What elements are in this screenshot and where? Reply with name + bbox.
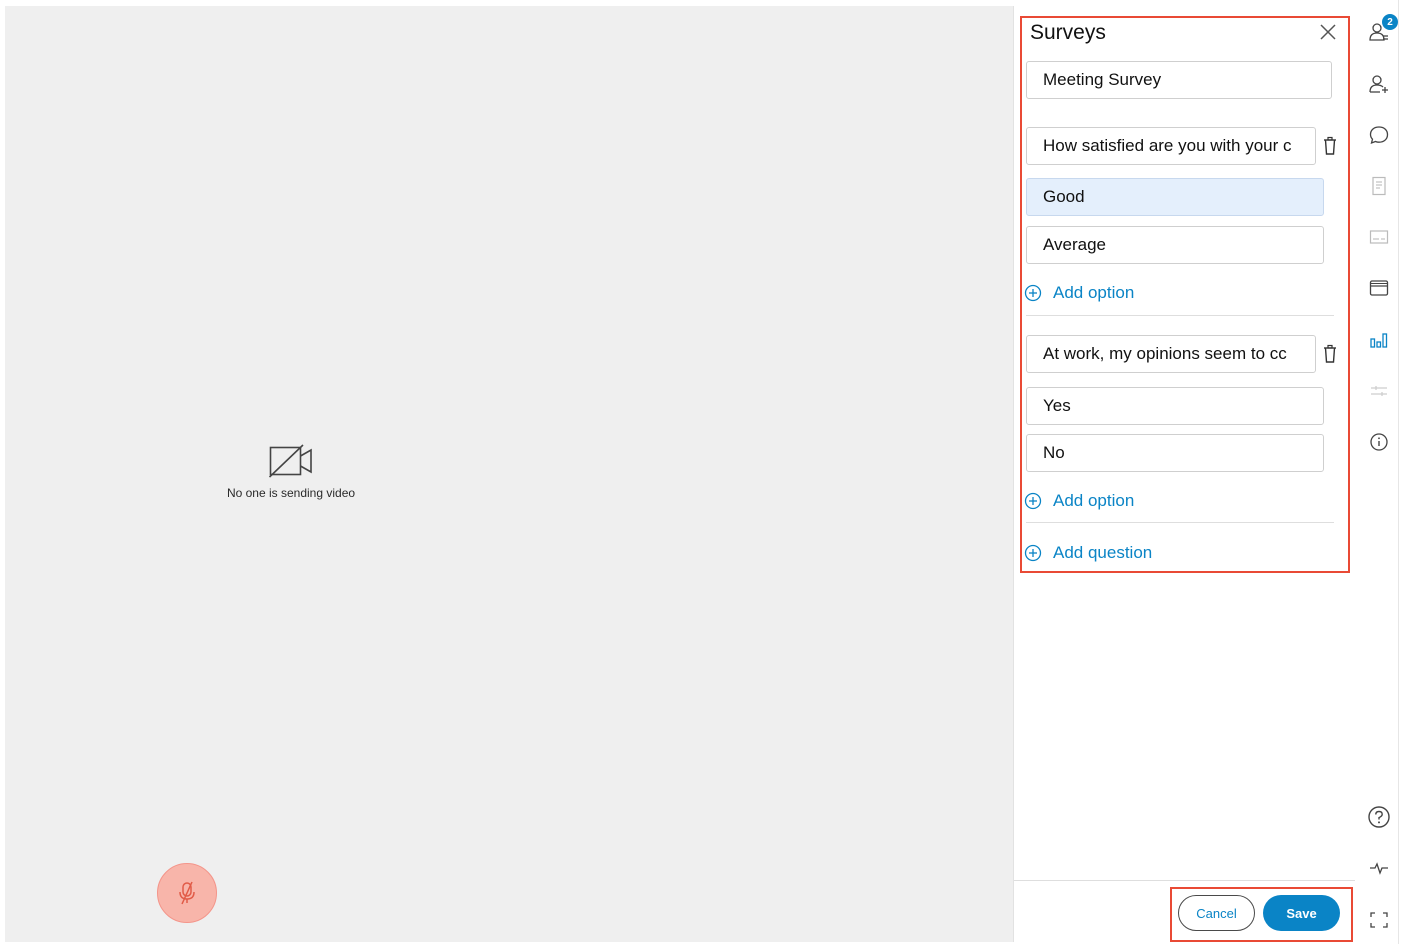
right-icon-rail: 2 (1355, 6, 1398, 942)
fullscreen-button[interactable] (1367, 908, 1391, 932)
help-button[interactable] (1367, 805, 1391, 829)
add-option-label: Add option (1053, 283, 1135, 302)
add-question-label: Add question (1053, 543, 1153, 562)
settings-sliders-icon (1371, 386, 1387, 396)
question-2-option-2[interactable]: No (1026, 434, 1324, 472)
question-divider (1026, 315, 1334, 316)
chat-icon (1369, 126, 1389, 145)
surveys-panel: Surveys Meeting Survey How satisfied are… (1013, 6, 1355, 942)
add-option-label: Add option (1053, 491, 1135, 510)
panel-title: Surveys (1030, 21, 1106, 44)
plus-circle-icon (1024, 544, 1042, 562)
microphone-muted-icon (179, 881, 195, 905)
captions-button[interactable] (1367, 225, 1391, 249)
add-option-2-button[interactable]: Add option (1024, 491, 1134, 511)
chat-button[interactable] (1367, 123, 1391, 147)
polls-button[interactable] (1367, 328, 1391, 352)
add-option-1-button[interactable]: Add option (1024, 283, 1134, 303)
files-button[interactable] (1367, 276, 1391, 300)
cancel-button[interactable]: Cancel (1178, 895, 1255, 931)
participants-count-badge: 2 (1382, 14, 1398, 30)
polls-icon (1370, 333, 1388, 348)
delete-question-2-icon[interactable] (1322, 344, 1338, 364)
close-icon[interactable] (1318, 22, 1338, 42)
notes-icon (1372, 176, 1386, 196)
rail-divider (1398, 0, 1399, 944)
question-2-input[interactable]: At work, my opinions seem to cc (1026, 335, 1316, 373)
notes-button[interactable] (1367, 174, 1391, 198)
add-question-button[interactable]: Add question (1024, 543, 1152, 563)
network-icon (1370, 862, 1388, 875)
info-button[interactable] (1367, 430, 1391, 454)
settings-button[interactable] (1367, 379, 1391, 403)
footer-divider (1014, 880, 1355, 881)
help-icon (1368, 806, 1390, 828)
files-icon (1369, 280, 1389, 296)
network-health-button[interactable] (1367, 856, 1391, 880)
delete-question-1-icon[interactable] (1322, 136, 1338, 156)
plus-circle-icon (1024, 284, 1042, 302)
info-icon (1370, 433, 1388, 451)
save-button[interactable]: Save (1263, 895, 1340, 931)
video-off-icon (269, 444, 312, 478)
add-participant-icon (1369, 75, 1388, 93)
question-1-option-2[interactable]: Average (1026, 226, 1324, 264)
captions-icon (1369, 230, 1389, 244)
video-stage: No one is sending video (5, 6, 1013, 942)
plus-circle-icon (1024, 492, 1042, 510)
add-participant-button[interactable] (1367, 72, 1391, 96)
no-video-text: No one is sending video (226, 486, 356, 500)
question-2-option-1[interactable]: Yes (1026, 387, 1324, 425)
fullscreen-icon (1370, 912, 1388, 928)
participants-button[interactable]: 2 (1367, 14, 1398, 44)
no-video-placeholder: No one is sending video (216, 444, 366, 500)
question-1-input[interactable]: How satisfied are you with your c (1026, 127, 1316, 165)
question-divider (1026, 522, 1334, 523)
question-1-option-1[interactable]: Good (1026, 178, 1324, 216)
survey-name-input[interactable]: Meeting Survey (1026, 61, 1332, 99)
mute-button[interactable] (157, 863, 217, 923)
